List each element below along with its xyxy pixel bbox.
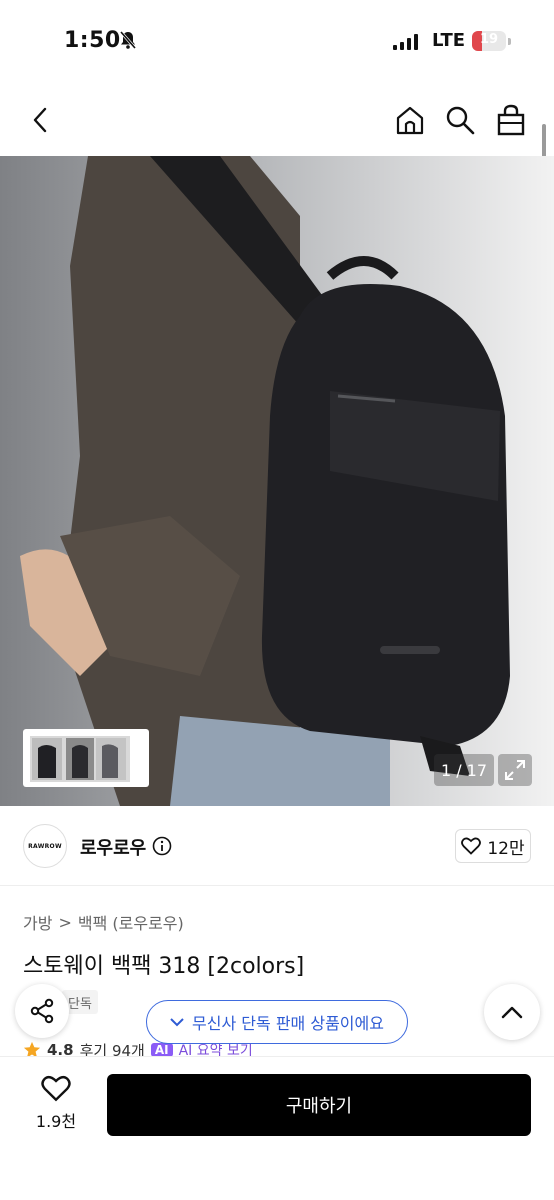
- search-icon: [446, 106, 475, 135]
- brand-like-count: 12만: [487, 838, 525, 859]
- info-icon[interactable]: [152, 836, 172, 860]
- thumbnail-1[interactable]: [28, 734, 132, 784]
- network-label: LTE: [432, 30, 466, 51]
- breadcrumb-separator: >: [58, 912, 72, 932]
- shopping-bag-icon: [497, 104, 525, 136]
- wishlist-count: 1.9천: [35, 1112, 77, 1131]
- battery-cap: [508, 38, 511, 45]
- home-icon: [396, 106, 424, 135]
- brand-logo[interactable]: RAWROW: [23, 824, 67, 868]
- share-button[interactable]: [15, 984, 69, 1038]
- heart-icon: [461, 837, 482, 855]
- status-bar: 1:50 LTE 19: [0, 0, 554, 84]
- brand-name[interactable]: 로우로우: [80, 834, 146, 860]
- ai-badge: AI: [150, 1043, 173, 1057]
- product-title: 스토웨이 백팩 318 [2colors]: [23, 954, 305, 979]
- expand-icon: [505, 760, 525, 780]
- top-nav: [0, 84, 554, 156]
- battery-level: 19: [479, 32, 499, 47]
- battery-icon: 19: [472, 31, 506, 51]
- share-icon: [30, 998, 54, 1024]
- breadcrumb: 가방 > 백팩 (로우로우): [23, 910, 184, 934]
- buy-button[interactable]: 구매하기: [107, 1074, 531, 1136]
- status-time: 1:50: [64, 28, 121, 53]
- signal-icon: [393, 34, 418, 50]
- scroll-top-button[interactable]: [484, 984, 540, 1040]
- home-button[interactable]: [392, 102, 428, 138]
- image-counter: 1 / 17: [434, 754, 494, 786]
- back-button[interactable]: [24, 104, 56, 136]
- brand-row: RAWROW 로우로우 12만: [0, 806, 554, 886]
- product-photo: [0, 156, 554, 806]
- breadcrumb-category[interactable]: 가방: [23, 910, 52, 934]
- brand-like-button[interactable]: 12만: [455, 829, 531, 863]
- exclusive-banner[interactable]: 무신사 단독 판매 상품이에요: [146, 1000, 408, 1044]
- chevron-left-icon: [33, 107, 47, 133]
- bottom-bar: 1.9천 구매하기: [0, 1056, 554, 1200]
- breadcrumb-subcategory[interactable]: 백팩 (로우로우): [78, 910, 184, 934]
- chevron-down-icon: [170, 1018, 184, 1027]
- exclusive-banner-label: 무신사 단독 판매 상품이에요: [192, 1014, 384, 1033]
- cart-button[interactable]: [493, 102, 529, 138]
- wishlist-button[interactable]: 1.9천: [28, 1075, 84, 1135]
- heart-icon: [41, 1075, 71, 1102]
- thumbnail-strip: [23, 729, 149, 787]
- bell-muted-icon: [118, 30, 138, 54]
- search-button[interactable]: [442, 102, 478, 138]
- expand-button[interactable]: [498, 754, 532, 786]
- product-image[interactable]: [0, 156, 554, 806]
- chevron-up-icon: [501, 1006, 523, 1019]
